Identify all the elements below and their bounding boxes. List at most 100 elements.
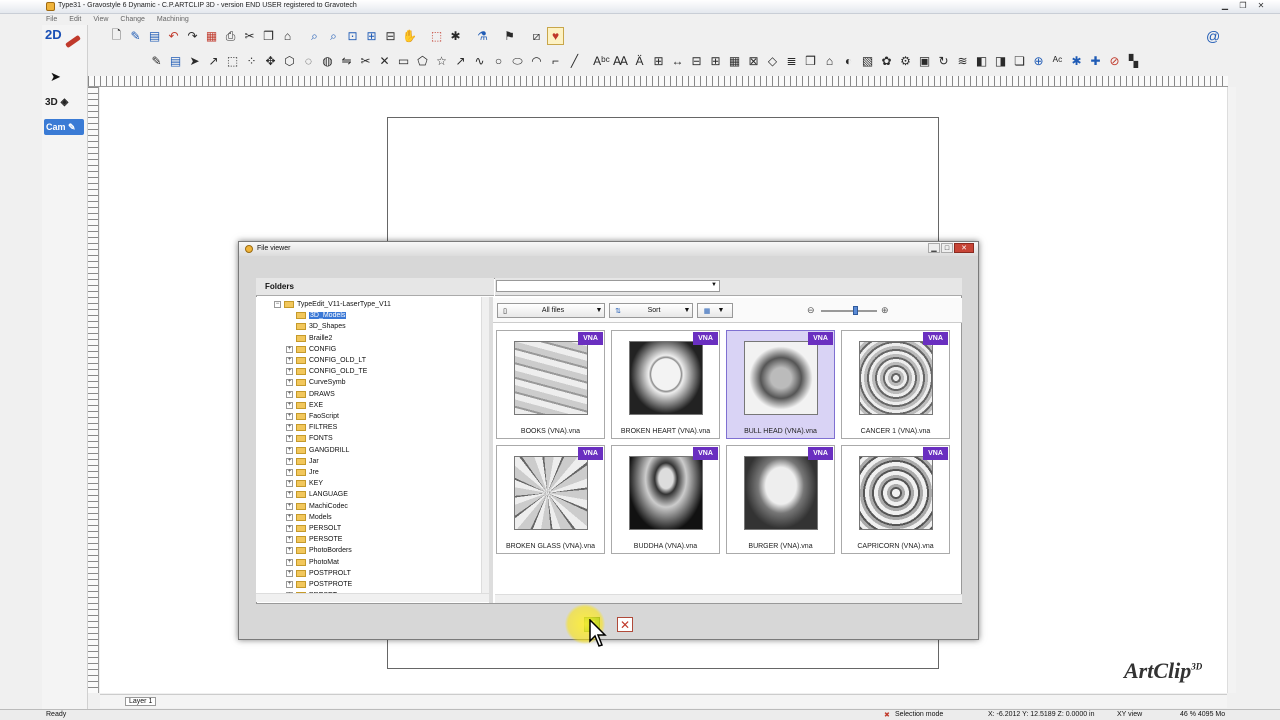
- color-icon[interactable]: ✱: [1068, 52, 1085, 70]
- palette-icon[interactable]: ⚗: [474, 27, 491, 45]
- slider-thumb[interactable]: [853, 306, 858, 315]
- arc-icon[interactable]: ◠: [528, 52, 545, 70]
- copy-icon[interactable]: ❐: [260, 27, 277, 45]
- redo-icon[interactable]: ↷: [184, 27, 201, 45]
- file-card[interactable]: VNA CANCER 1 (VNA).vna: [841, 330, 950, 439]
- sort-dropdown[interactable]: ⇅ Sort ▼: [609, 303, 693, 318]
- stop-icon[interactable]: ⊘: [1106, 52, 1123, 70]
- ruler-tool-icon[interactable]: ⊞: [650, 52, 667, 70]
- menu-change[interactable]: Change: [120, 14, 145, 25]
- expand-icon[interactable]: +: [286, 547, 293, 555]
- doc-tool-icon[interactable]: ▤: [167, 52, 184, 70]
- expand-icon[interactable]: +: [286, 435, 293, 443]
- file-card[interactable]: VNA BROKEN GLASS (VNA).vna: [496, 445, 605, 554]
- expand-icon[interactable]: +: [286, 457, 293, 465]
- menu-machining[interactable]: Machining: [157, 14, 189, 25]
- expand-icon[interactable]: +: [286, 525, 293, 532]
- path-combo[interactable]: ▼: [496, 280, 720, 292]
- group-icon[interactable]: ⁘: [243, 52, 260, 70]
- file-card[interactable]: VNA BULL HEAD (VNA).vna: [726, 330, 835, 439]
- expand-icon[interactable]: +: [286, 345, 293, 353]
- tree-item[interactable]: + PERSOLT: [286, 523, 341, 534]
- tree-item[interactable]: + KEY: [286, 478, 323, 489]
- dialog-maximize-icon[interactable]: □: [941, 243, 953, 253]
- expand-icon[interactable]: +: [286, 401, 293, 409]
- zoom-fit-icon[interactable]: ⊡: [344, 27, 361, 45]
- layers-grid-icon[interactable]: ▚: [1125, 52, 1142, 70]
- save-icon[interactable]: ▤: [146, 27, 163, 45]
- zoom-minus-icon[interactable]: ⊖: [807, 305, 815, 316]
- restore-icon[interactable]: ❐: [1238, 1, 1248, 10]
- expand-icon[interactable]: −: [274, 301, 281, 308]
- merge-icon[interactable]: ◨: [992, 52, 1009, 70]
- expand-icon[interactable]: +: [286, 558, 293, 566]
- contour-icon[interactable]: ◍: [319, 52, 336, 70]
- zoom-out-icon[interactable]: ⌕: [325, 27, 342, 45]
- tree-item[interactable]: + POSTPROLT: [286, 568, 351, 579]
- file-card[interactable]: VNA CAPRICORN (VNA).vna: [841, 445, 950, 554]
- tree-item[interactable]: + CONFIG_OLD_LT: [286, 355, 366, 366]
- tree-item[interactable]: + FaoScript: [286, 411, 339, 422]
- select-tool-icon[interactable]: ➤: [186, 52, 203, 70]
- file-card[interactable]: VNA BROKEN HEART (VNA).vna: [611, 330, 720, 439]
- offset-icon[interactable]: ◌: [300, 52, 317, 70]
- cross-icon[interactable]: ✕: [376, 52, 393, 70]
- mode-3d-button[interactable]: 3D ◈: [45, 97, 83, 115]
- expand-icon[interactable]: +: [286, 379, 293, 387]
- zoom-window-icon[interactable]: ⊟: [382, 27, 399, 45]
- select-arrow-icon[interactable]: ➤: [50, 69, 61, 85]
- engrave-icon[interactable]: ⧄: [528, 27, 545, 45]
- curve-icon[interactable]: ∿: [471, 52, 488, 70]
- zoom-page-icon[interactable]: ⊞: [363, 27, 380, 45]
- move-arrows-icon[interactable]: ✚: [1087, 52, 1104, 70]
- expand-icon[interactable]: +: [286, 368, 293, 376]
- file-card[interactable]: VNA BUDDHA (VNA).vna: [611, 445, 720, 554]
- tree-item[interactable]: + Jar: [286, 456, 319, 467]
- expand-icon[interactable]: +: [286, 491, 293, 499]
- tree-item[interactable]: Braille2: [286, 333, 332, 344]
- expand-icon[interactable]: +: [286, 424, 293, 432]
- expand-icon[interactable]: +: [286, 390, 293, 398]
- tree-item[interactable]: + MachiCodec: [286, 501, 348, 512]
- star-icon[interactable]: ☆: [433, 52, 450, 70]
- move-icon[interactable]: ✥: [262, 52, 279, 70]
- shape-icon[interactable]: ✿: [878, 52, 895, 70]
- circle-icon[interactable]: ○: [490, 52, 507, 70]
- duplicate-icon[interactable]: ❏: [1011, 52, 1028, 70]
- tree-item[interactable]: + POSTPROTE: [286, 579, 352, 590]
- refresh-icon[interactable]: ↻: [935, 52, 952, 70]
- tree-item[interactable]: + FONTS: [286, 433, 333, 444]
- mode-2d-button[interactable]: 2D: [45, 27, 85, 53]
- delete-icon[interactable]: ▦: [203, 27, 220, 45]
- stack-icon[interactable]: ≣: [783, 52, 800, 70]
- tree-item[interactable]: + CONFIG: [286, 344, 336, 355]
- expand-icon[interactable]: +: [286, 469, 293, 476]
- weld-icon[interactable]: ⬡: [281, 52, 298, 70]
- array-icon[interactable]: ⊠: [745, 52, 762, 70]
- transform-icon[interactable]: ⬚: [224, 52, 241, 70]
- cut-icon[interactable]: ✂: [241, 27, 258, 45]
- mirror-icon[interactable]: ⇋: [338, 52, 355, 70]
- tree-horizontal-scrollbar[interactable]: [256, 593, 489, 602]
- print-icon[interactable]: ⎙: [222, 27, 239, 45]
- menu-edit[interactable]: Edit: [69, 14, 81, 25]
- open-file-icon[interactable]: ✎: [127, 27, 144, 45]
- tree-item[interactable]: + FILTRES: [286, 422, 337, 433]
- expand-icon[interactable]: +: [286, 536, 293, 544]
- line-icon[interactable]: ↗: [452, 52, 469, 70]
- node-tool-icon[interactable]: ↗: [205, 52, 222, 70]
- tree-item[interactable]: 3D_Shapes: [286, 321, 346, 332]
- grid-horizontal-scrollbar[interactable]: [495, 594, 962, 603]
- expand-icon[interactable]: +: [286, 446, 293, 454]
- bevel-icon[interactable]: ⌂: [821, 52, 838, 70]
- tree-vertical-scrollbar[interactable]: [481, 297, 489, 593]
- globe-icon[interactable]: ⊕: [1030, 52, 1047, 70]
- menu-file[interactable]: File: [46, 14, 57, 25]
- expand-icon[interactable]: +: [286, 569, 293, 577]
- minimize-icon[interactable]: ▁: [1220, 1, 1230, 10]
- tree-item[interactable]: + GANGDRILL: [286, 445, 349, 456]
- spell-icon[interactable]: ᴬᶜ: [1049, 52, 1066, 70]
- wave-icon[interactable]: ≋: [954, 52, 971, 70]
- tree-item[interactable]: + EXE: [286, 400, 323, 411]
- tree-item[interactable]: + LANGUAGE: [286, 489, 348, 500]
